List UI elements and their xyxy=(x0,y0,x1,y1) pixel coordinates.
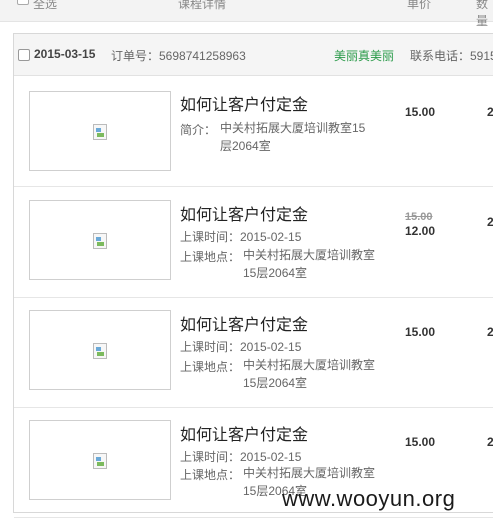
location-text: 中关村拓展大厦培训教室15层2064室 xyxy=(243,358,376,390)
order-number: 订单号：5698741258963 xyxy=(111,49,246,63)
quantity: 2 xyxy=(487,215,493,229)
class-time: 上课时间：2015-02-15 xyxy=(180,230,302,244)
course-title-link[interactable]: 如何让客户付定金 xyxy=(180,201,308,225)
order-item: 如何让客户付定金 简介： 中关村拓展大厦培训教室15层2064室 15.00 2 xyxy=(14,77,493,187)
unit-price: 12.00 xyxy=(405,224,436,238)
order-item: 如何让客户付定金 上课时间：2015-02-15 上课地点： 中关村拓展大厦培训… xyxy=(14,188,493,298)
unit-price: 15.00 xyxy=(405,325,436,339)
location-label: 上课地点： xyxy=(180,360,241,374)
course-title-link[interactable]: 如何让客户付定金 xyxy=(180,91,308,115)
order-date: 2015-03-15 xyxy=(34,47,96,61)
class-time: 上课时间：2015-02-15 xyxy=(180,450,302,464)
contact-phone: 联系电话：5915 xyxy=(410,49,493,63)
shop-name-link[interactable]: 美丽真美丽 xyxy=(334,47,394,64)
order-checkbox[interactable] xyxy=(18,49,30,61)
quantity: 2 xyxy=(487,435,493,449)
unit-price: 15.00 xyxy=(405,435,436,449)
watermark-text: www.wooyun.org xyxy=(282,486,456,511)
course-title-link[interactable]: 如何让客户付定金 xyxy=(180,311,308,335)
broken-image-icon xyxy=(93,343,107,359)
location-label: 上课地点： xyxy=(180,468,241,482)
course-thumbnail[interactable] xyxy=(29,200,171,280)
order-item: 如何让客户付定金 上课时间：2015-02-15 上课地点： 中关村拓展大厦培训… xyxy=(14,298,493,408)
course-title-link[interactable]: 如何让客户付定金 xyxy=(180,421,308,445)
class-time: 上课时间：2015-02-15 xyxy=(180,340,302,354)
select-all-label: 全选 xyxy=(33,0,58,11)
course-thumbnail[interactable] xyxy=(29,91,171,171)
course-thumbnail[interactable] xyxy=(29,420,171,500)
column-price-header: 单价 xyxy=(407,0,432,11)
original-price: 15.00 xyxy=(405,211,433,223)
intro-label: 简介： xyxy=(180,123,217,137)
select-all-checkbox[interactable] xyxy=(17,0,29,5)
broken-image-icon xyxy=(93,124,107,140)
broken-image-icon xyxy=(93,453,107,469)
course-thumbnail[interactable] xyxy=(29,310,171,390)
quantity: 2 xyxy=(487,105,493,119)
order-card: 2015-03-15 订单号：5698741258963 美丽真美丽 联系电话：… xyxy=(13,33,493,518)
location-label: 上课地点： xyxy=(180,250,241,264)
column-detail-header: 课程详情 xyxy=(178,0,227,11)
order-header: 2015-03-15 订单号：5698741258963 美丽真美丽 联系电话：… xyxy=(14,34,493,76)
intro-text: 中关村拓展大厦培训教室15层2064室 xyxy=(220,121,366,153)
table-header: 全选 课程详情 单价 数量 xyxy=(0,0,493,28)
location-text: 中关村拓展大厦培训教室15层2064室 xyxy=(243,248,376,280)
broken-image-icon xyxy=(93,233,107,249)
quantity: 2 xyxy=(487,325,493,339)
column-qty-header: 数量 xyxy=(476,0,489,28)
unit-price: 15.00 xyxy=(405,105,436,119)
